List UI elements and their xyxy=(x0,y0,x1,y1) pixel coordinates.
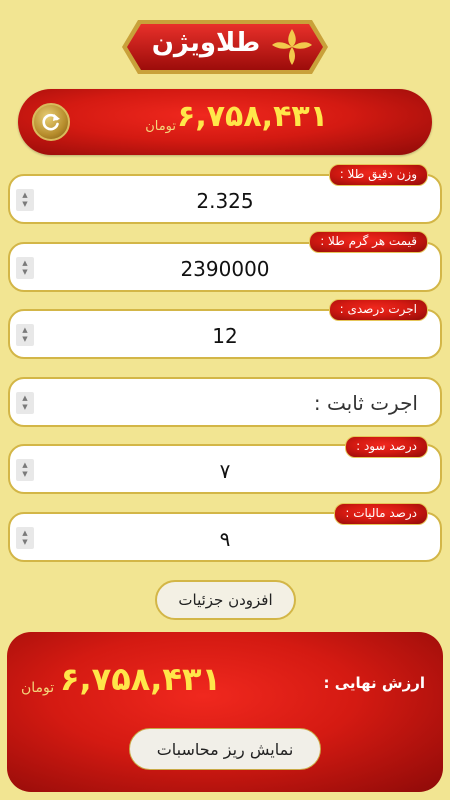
logo-text: طلاویژن xyxy=(151,28,261,58)
price-value: 2390000 xyxy=(180,257,270,281)
summary-bar: ۶,۷۵۸,۴۳۱ تومان xyxy=(18,89,432,155)
fixed-wage-field[interactable]: ▲ ▼ اجرت ثابت : xyxy=(8,377,442,427)
profit-label: درصد سود : xyxy=(345,436,428,458)
final-value-label: ارزش نهایی : xyxy=(323,674,425,692)
fixed-wage-placeholder: اجرت ثابت : xyxy=(313,391,418,415)
weight-label: وزن دقیق طلا : xyxy=(328,164,428,186)
summary-unit: تومان xyxy=(145,119,176,134)
fixed-wage-stepper[interactable]: ▲ ▼ xyxy=(16,392,34,414)
wage-percent-label: اجرت درصدی : xyxy=(328,299,428,321)
profit-value: ۷ xyxy=(219,459,231,483)
wage-percent-value: 12 xyxy=(212,324,238,348)
show-breakdown-button[interactable]: نمایش ریز محاسبات xyxy=(129,728,321,770)
tax-label: درصد مالیات : xyxy=(334,503,428,525)
tax-value: ۹ xyxy=(219,527,231,551)
refresh-icon xyxy=(42,113,60,131)
refresh-button[interactable] xyxy=(32,103,70,141)
weight-value: 2.325 xyxy=(196,189,254,213)
add-details-button[interactable]: افزودن جزئیات xyxy=(155,580,296,620)
result-panel: ارزش نهایی : ۶,۷۵۸,۴۳۱ تومان نمایش ریز م… xyxy=(7,632,443,792)
final-value-unit: تومان xyxy=(21,680,55,696)
brand-logo: طلاویژن xyxy=(120,16,330,78)
final-value-amount: ۶,۷۵۸,۴۳۱ xyxy=(59,660,221,698)
price-label: قیمت هر گرم طلا : xyxy=(309,231,428,253)
summary-amount: ۶,۷۵۸,۴۳۱ xyxy=(177,99,328,134)
